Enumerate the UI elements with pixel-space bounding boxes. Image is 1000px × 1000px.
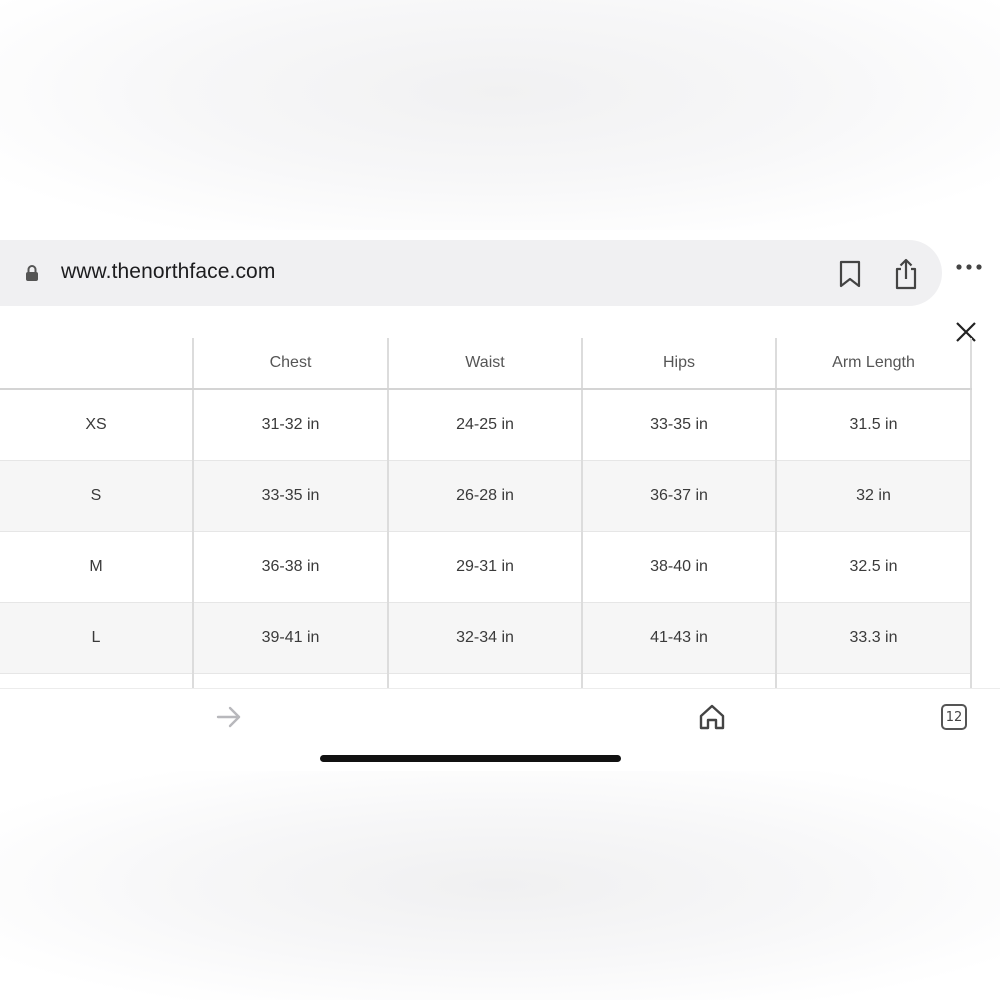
lock-icon (26, 265, 38, 281)
chest-cell: 36-38 in (192, 531, 388, 603)
partial-cell (775, 673, 972, 688)
forward-icon[interactable] (216, 706, 242, 728)
url-text[interactable]: www.thenorthface.com (61, 260, 275, 284)
size-cell: M (0, 531, 193, 603)
home-indicator[interactable] (320, 755, 621, 762)
arm-length-cell: 32 in (775, 460, 972, 532)
hips-cell: 38-40 in (581, 531, 776, 603)
top-blurred-area (0, 0, 1000, 230)
waist-cell: 29-31 in (387, 531, 582, 603)
size-cell: XS (0, 389, 193, 461)
share-icon[interactable] (892, 258, 920, 290)
address-bar[interactable]: www.thenorthface.com (0, 240, 942, 306)
header-chest: Chest (192, 338, 388, 390)
partial-cell (192, 673, 388, 688)
arm-length-cell: 32.5 in (775, 531, 972, 603)
waist-cell: 32-34 in (387, 602, 582, 674)
size-cell: L (0, 602, 193, 674)
browser-screen: www.thenorthface.com Chest Waist Hips Ar… (0, 230, 1000, 771)
partial-cell (0, 674, 193, 689)
partial-cell (387, 673, 582, 688)
table-row: XS 31-32 in 24-25 in 33-35 in 31.5 in (0, 389, 972, 461)
chest-cell: 33-35 in (192, 460, 388, 532)
chest-cell: 39-41 in (192, 602, 388, 674)
header-hips: Hips (581, 338, 776, 390)
header-waist: Waist (387, 338, 582, 390)
chest-cell: 31-32 in (192, 389, 388, 461)
table-header-row: Chest Waist Hips Arm Length (0, 338, 972, 390)
table-row: M 36-38 in 29-31 in 38-40 in 32.5 in (0, 531, 972, 603)
hips-cell: 33-35 in (581, 389, 776, 461)
bookmark-icon[interactable] (838, 260, 862, 288)
header-arm-length: Arm Length (775, 338, 972, 390)
home-icon[interactable] (698, 703, 726, 731)
waist-cell: 24-25 in (387, 389, 582, 461)
table-row-partial (0, 673, 972, 689)
waist-cell: 26-28 in (387, 460, 582, 532)
arm-length-cell: 31.5 in (775, 389, 972, 461)
partial-cell (581, 673, 776, 688)
table-row: L 39-41 in 32-34 in 41-43 in 33.3 in (0, 602, 972, 674)
size-chart-table: Chest Waist Hips Arm Length XS 31-32 in … (0, 338, 972, 688)
more-icon[interactable] (955, 263, 983, 271)
hips-cell: 36-37 in (581, 460, 776, 532)
photo-background: www.thenorthface.com Chest Waist Hips Ar… (0, 0, 1000, 1000)
header-size (0, 338, 193, 390)
table-row: S 33-35 in 26-28 in 36-37 in 32 in (0, 460, 972, 532)
arm-length-cell: 33.3 in (775, 602, 972, 674)
bottom-blurred-area (0, 770, 1000, 1000)
size-cell: S (0, 460, 193, 532)
bottom-toolbar: 12 (0, 688, 1000, 771)
tabs-button[interactable]: 12 (941, 704, 967, 730)
hips-cell: 41-43 in (581, 602, 776, 674)
